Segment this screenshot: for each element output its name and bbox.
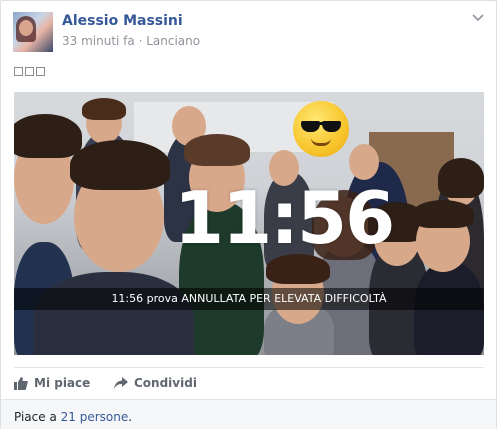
likes-summary: Piace a 21 persone.: [1, 399, 496, 429]
missing-glyph-box: [14, 67, 23, 76]
share-arrow-icon: [114, 377, 128, 389]
post-time[interactable]: 33 minuti fa: [62, 34, 135, 48]
share-label: Condividi: [134, 376, 197, 390]
unrendered-emoji-glyphs: [14, 67, 45, 76]
person-head: [349, 144, 379, 180]
photo-caption: 11:56 prova ANNULLATA PER ELEVATA DIFFIC…: [14, 288, 484, 310]
person-hair: [438, 158, 484, 198]
snapchat-clock-filter: 11:56: [174, 176, 395, 260]
likes-prefix: Piace a: [14, 410, 61, 424]
thumbs-up-icon: [14, 376, 28, 390]
missing-glyph-box: [36, 67, 45, 76]
likes-suffix: .: [128, 410, 133, 424]
meta-separator: ·: [138, 34, 143, 48]
avatar-face: [19, 20, 33, 36]
person-hair: [70, 140, 170, 190]
like-button[interactable]: Mi piace: [14, 376, 90, 390]
missing-glyph-box: [25, 67, 34, 76]
likes-count-link[interactable]: 21 persone: [61, 410, 129, 424]
share-button[interactable]: Condividi: [114, 376, 197, 390]
post-card: Alessio Massini 33 minuti fa · Lanciano: [0, 0, 497, 429]
sunglasses-lens: [322, 121, 341, 132]
person-hair: [82, 98, 126, 120]
person-hair: [412, 200, 474, 228]
author-name[interactable]: Alessio Massini: [62, 13, 183, 29]
post-location[interactable]: Lanciano: [146, 34, 200, 48]
post-photo[interactable]: 11:56 11:56 prova ANNULLATA PER ELEVATA …: [14, 92, 484, 355]
person: [34, 272, 194, 355]
divider: [14, 367, 484, 368]
person-hair: [184, 134, 250, 166]
emoji-smile: [311, 138, 331, 146]
chevron-down-icon[interactable]: [472, 14, 484, 22]
sunglasses-emoji-sticker: [293, 101, 349, 157]
post-meta: 33 minuti fa · Lanciano: [62, 34, 200, 48]
author-avatar[interactable]: [13, 12, 53, 52]
person-hair: [14, 114, 82, 158]
like-label: Mi piace: [34, 376, 91, 390]
